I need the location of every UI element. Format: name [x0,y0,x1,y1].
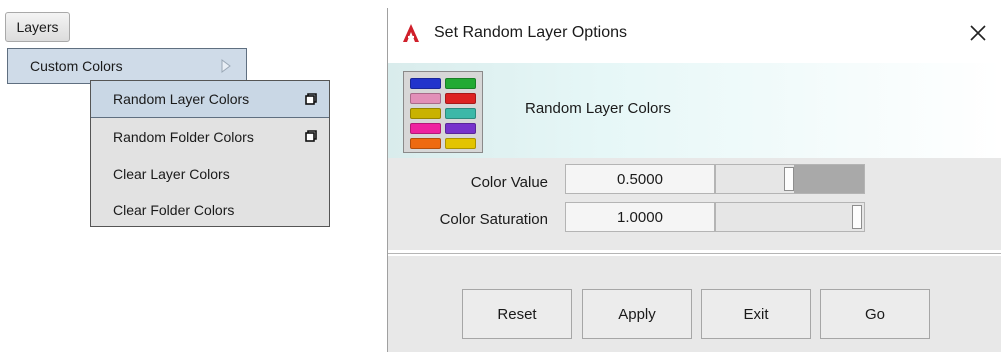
color-saturation-label: Color Saturation [439,211,548,228]
menu-item-random-folder-colors[interactable]: Random Folder Colors [91,118,329,155]
swatch-cell [410,108,441,119]
layers-menu-button[interactable]: Layers [5,12,70,42]
color-saturation-slider-thumb[interactable] [852,205,862,229]
menu-item-custom-colors[interactable]: Custom Colors [8,49,246,83]
menu-item-label: Custom Colors [30,58,123,74]
menu-item-label: Clear Folder Colors [113,201,235,218]
swatch-cell [410,123,441,134]
color-saturation-field[interactable]: 1.0000 [565,202,715,232]
swatch-cell [410,138,441,149]
custom-colors-menu: Custom Colors [7,48,247,84]
color-value-slider[interactable] [715,164,865,194]
menu-item-label: Clear Layer Colors [113,165,230,182]
swatch-cell [445,108,476,119]
menu-item-clear-layer-colors[interactable]: Clear Layer Colors [91,155,329,192]
menu-item-label: Random Folder Colors [113,128,254,145]
color-value-slider-thumb[interactable] [784,167,794,191]
menu-item-clear-folder-colors[interactable]: Clear Folder Colors [91,191,329,228]
header-label: Random Layer Colors [525,100,671,117]
random-layer-options-dialog: Set Random Layer Options Random Layer Co… [387,8,1001,352]
autodesk-logo-icon [403,24,419,42]
go-button[interactable]: Go [820,289,930,339]
color-value-slider-fill [794,165,864,193]
color-saturation-slider[interactable] [715,202,865,232]
layers-menu-label: Layers [16,19,59,35]
swatch-cell [445,93,476,104]
apply-button[interactable]: Apply [582,289,692,339]
swatch-cell [445,123,476,134]
swatch-cell [445,138,476,149]
swatch-cell [410,78,441,89]
submenu-arrow-icon [221,59,231,73]
swatch-cell [410,93,441,104]
custom-colors-submenu: Random Layer Colors Random Folder Colors… [90,80,330,227]
color-value-label: Color Value [470,174,548,191]
close-icon[interactable] [963,18,993,48]
dialog-title: Set Random Layer Options [434,24,627,41]
color-value-field[interactable]: 0.5000 [565,164,715,194]
reset-button[interactable]: Reset [462,289,572,339]
option-box-icon[interactable] [305,130,317,142]
option-box-icon[interactable] [305,93,317,105]
swatch-cell [445,78,476,89]
exit-button[interactable]: Exit [701,289,811,339]
menu-item-label: Random Layer Colors [113,91,250,107]
menu-item-random-layer-colors[interactable]: Random Layer Colors [91,81,329,118]
dialog-titlebar[interactable]: Set Random Layer Options [388,8,1001,60]
color-swatch-icon [403,71,483,153]
